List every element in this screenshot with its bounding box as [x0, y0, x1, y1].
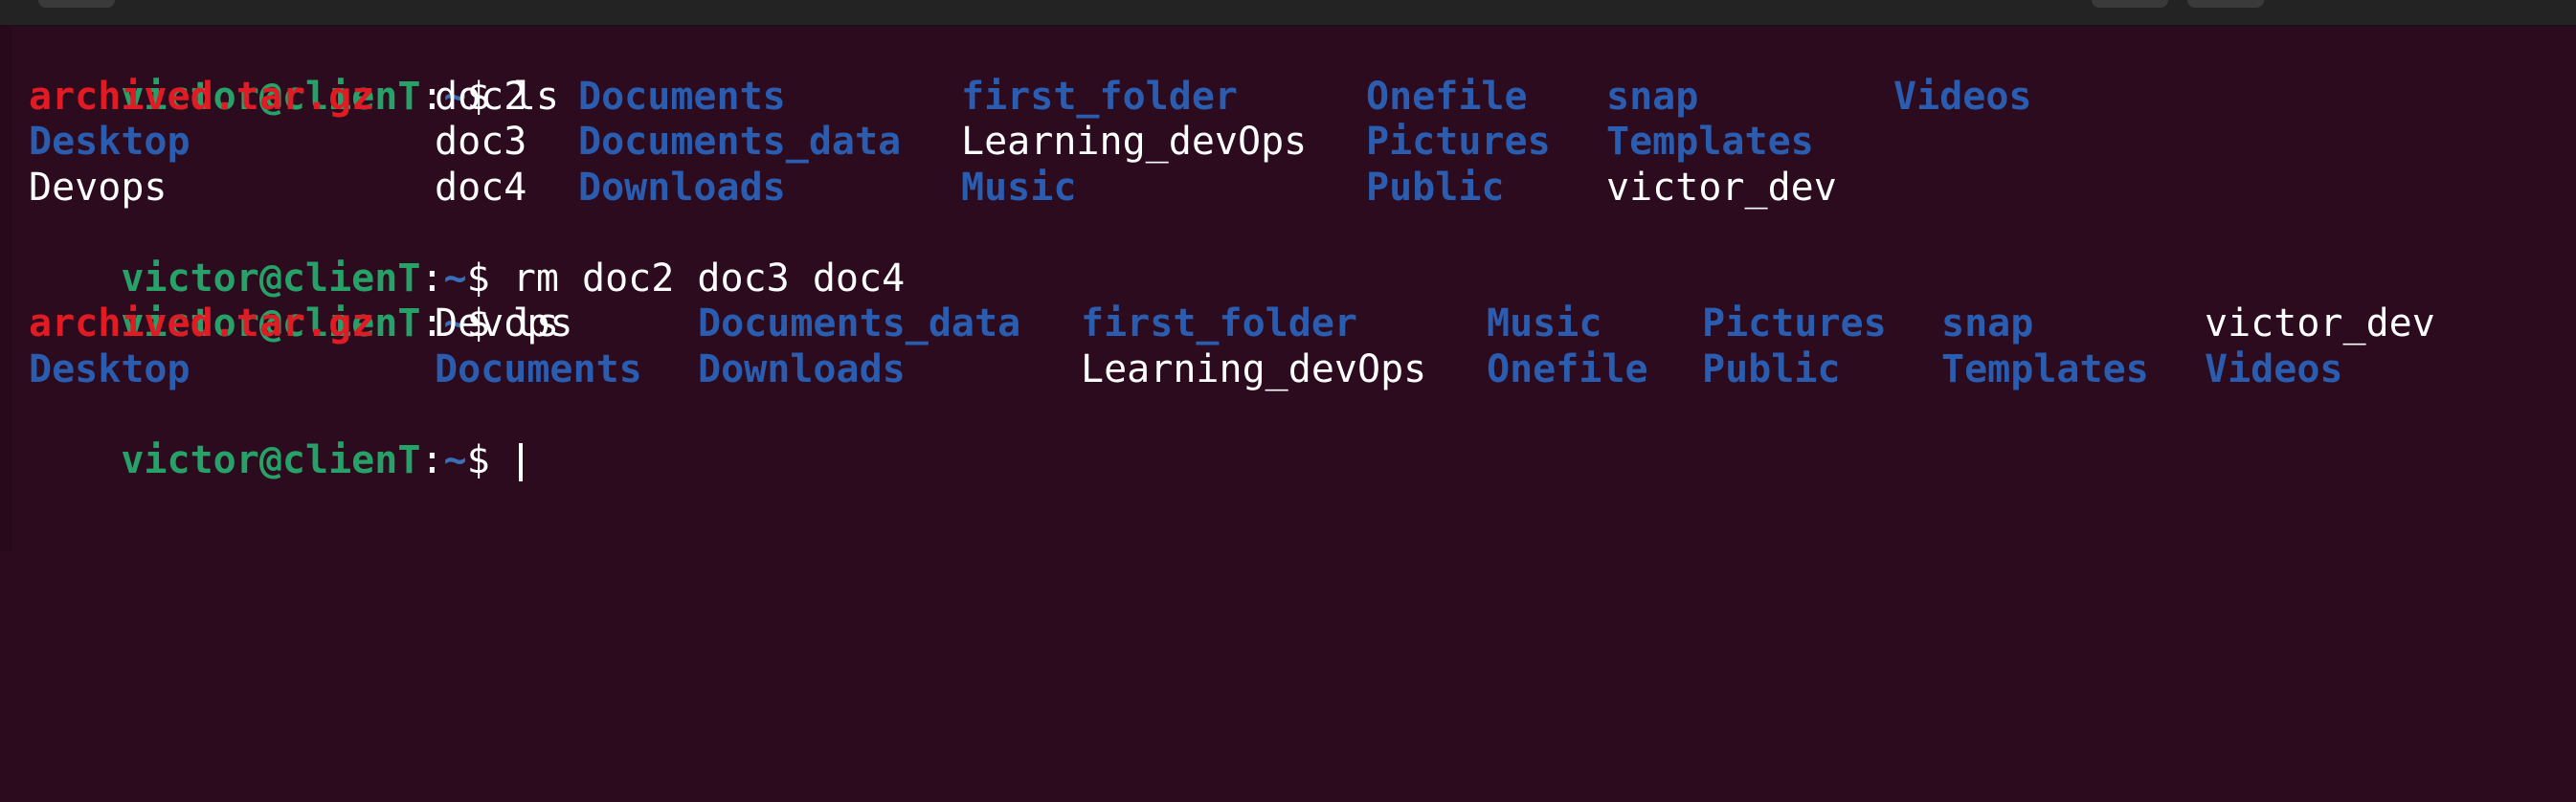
- prompt-separator: :: [420, 437, 444, 482]
- menu-button[interactable]: [2092, 0, 2168, 8]
- dir-videos: Videos: [2205, 346, 2343, 391]
- dir-documents-data: Documents_data: [578, 120, 902, 164]
- dir-first-folder: first_folder: [1081, 301, 1357, 345]
- file-devops: Devops: [435, 301, 573, 345]
- dir-music: Music: [1487, 301, 1602, 345]
- file-victor-dev: victor_dev: [1606, 165, 1837, 210]
- file-doc2: doc2: [435, 74, 527, 119]
- listing-row: Devops doc4 Downloads Music Public victo…: [29, 166, 2556, 212]
- dir-documents: Documents: [435, 346, 642, 391]
- dir-snap: snap: [1606, 74, 1699, 119]
- terminal-titlebar[interactable]: [0, 0, 2576, 26]
- dir-first-folder: first_folder: [961, 74, 1238, 119]
- dir-videos: Videos: [1893, 74, 2032, 119]
- listing-row: archived.tar.gz Devops Documents_data fi…: [29, 301, 2556, 347]
- text-cursor[interactable]: [518, 442, 523, 481]
- dir-templates: Templates: [1941, 346, 2149, 391]
- archive-file: archived.tar.gz: [29, 301, 375, 345]
- dir-snap: snap: [1941, 301, 2034, 345]
- dir-desktop: Desktop: [29, 120, 190, 164]
- terminal-output[interactable]: victor@clienT:~$ ls archived.tar.gz doc2…: [29, 29, 2556, 546]
- prompt-line: victor@clienT:~$ ls: [29, 29, 2556, 119]
- dir-downloads: Downloads: [698, 346, 906, 391]
- file-victor-dev: victor_dev: [2205, 301, 2435, 345]
- listing-row: Desktop doc3 Documents_data Learning_dev…: [29, 120, 2556, 166]
- current-prompt-line[interactable]: victor@clienT:~$: [29, 392, 2556, 482]
- dir-pictures: Pictures: [1366, 120, 1551, 164]
- listing-row: Desktop Documents Downloads Learning_dev…: [29, 347, 2556, 393]
- dir-desktop: Desktop: [29, 346, 190, 391]
- prompt-line: victor@clienT:~$ rm doc2 doc3 doc4: [29, 211, 2556, 301]
- prompt-symbol: $: [466, 437, 513, 482]
- dir-public: Public: [1702, 346, 1841, 391]
- dir-public: Public: [1366, 165, 1505, 210]
- file-learning-devops: Learning_devOps: [1081, 346, 1427, 391]
- dir-documents: Documents: [578, 74, 786, 119]
- dir-onefile: Onefile: [1366, 74, 1528, 119]
- file-doc3: doc3: [435, 120, 527, 164]
- dir-onefile: Onefile: [1487, 346, 1648, 391]
- prompt-line: victor@clienT:~$ ls: [29, 256, 2556, 345]
- prompt-user-host: victor@clienT: [121, 437, 421, 482]
- archive-file: archived.tar.gz: [29, 74, 375, 119]
- window-control-button[interactable]: [2187, 0, 2264, 8]
- file-doc4: doc4: [435, 165, 527, 210]
- dir-templates: Templates: [1606, 120, 1814, 164]
- prompt-path: ~: [443, 437, 467, 482]
- dir-downloads: Downloads: [578, 165, 786, 210]
- dir-pictures: Pictures: [1702, 301, 1887, 345]
- window-left-edge: [0, 25, 11, 551]
- file-devops: Devops: [29, 165, 168, 210]
- dir-documents-data: Documents_data: [698, 301, 1021, 345]
- dir-music: Music: [961, 165, 1077, 210]
- listing-row: archived.tar.gz doc2 Documents first_fol…: [29, 75, 2556, 121]
- tab-button[interactable]: [38, 0, 115, 8]
- file-learning-devops: Learning_devOps: [961, 120, 1308, 164]
